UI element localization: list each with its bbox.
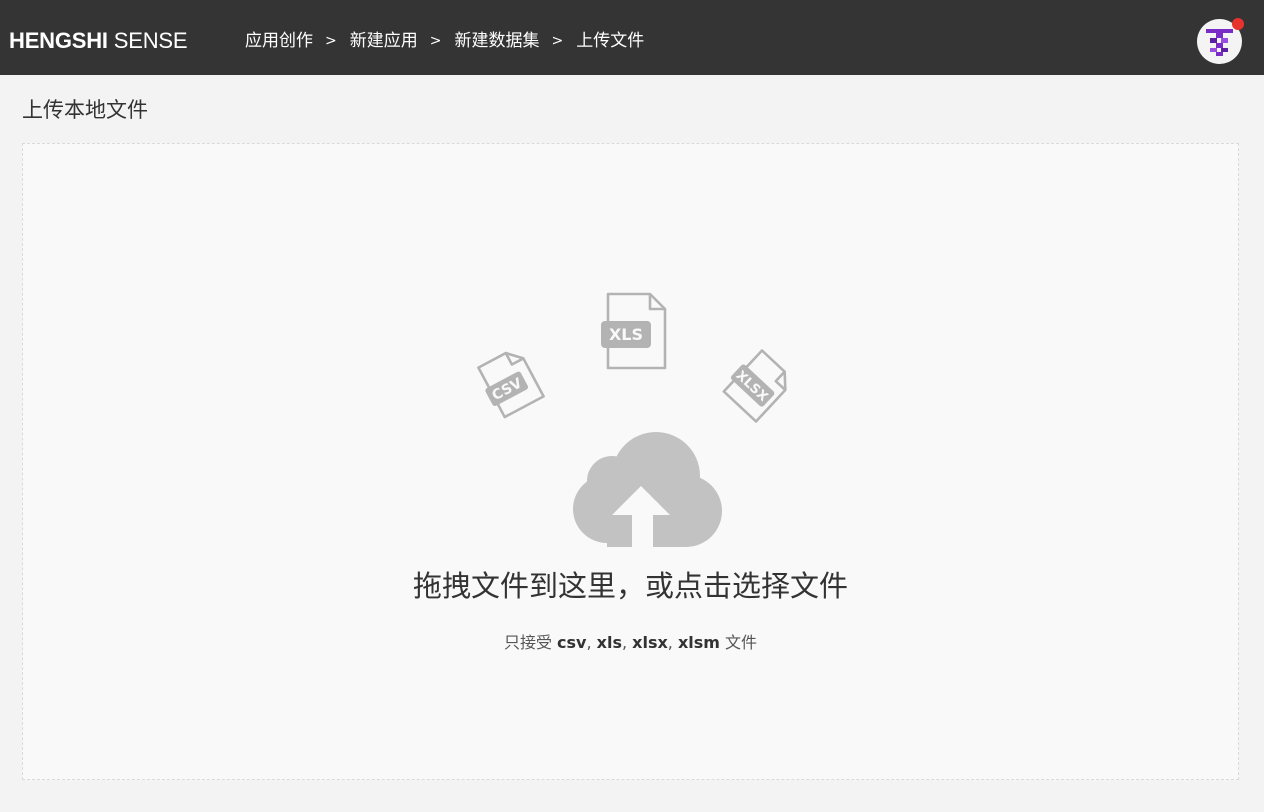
- brand-logo[interactable]: HENGSHI SENSE: [9, 28, 188, 54]
- xlsx-file-icon: XLSX: [722, 349, 787, 423]
- avatar-logo-icon: [1206, 29, 1233, 56]
- breadcrumb-item-upload-file: 上传文件: [576, 31, 645, 51]
- format-xls: xls: [596, 633, 622, 652]
- accepted-formats-hint: 只接受 csv, xls, xlsx, xlsm 文件: [503, 633, 758, 652]
- format-xlsx: xlsx: [632, 633, 668, 652]
- svg-text:XLS: XLS: [609, 325, 643, 344]
- file-dropzone[interactable]: CSV XLS XLSX 拖拽文件到这里，或点击选择文件 只接受 csv, xl…: [22, 143, 1239, 780]
- breadcrumb-separator: >: [325, 33, 337, 49]
- breadcrumb: 应用创作 > 新建应用 > 新建数据集 > 上传文件: [245, 29, 644, 53]
- breadcrumb-separator: >: [429, 33, 442, 49]
- top-navigation-bar: HENGSHI SENSE 应用创作 > 新建应用 > 新建数据集 > 上传文件: [0, 0, 1264, 75]
- breadcrumb-item-app-creation[interactable]: 应用创作: [245, 29, 313, 53]
- dropzone-instruction: 拖拽文件到这里，或点击选择文件: [412, 569, 848, 603]
- format-xlsm: xlsm: [677, 633, 720, 652]
- breadcrumb-item-new-app[interactable]: 新建应用: [350, 29, 418, 53]
- breadcrumb-separator: >: [551, 33, 564, 49]
- xls-file-icon: XLS: [601, 292, 667, 370]
- cloud-upload-icon: [573, 432, 722, 547]
- format-csv: csv: [557, 633, 587, 652]
- notification-badge[interactable]: [1232, 18, 1244, 30]
- csv-file-icon: CSV: [477, 351, 545, 419]
- breadcrumb-item-new-dataset[interactable]: 新建数据集: [454, 29, 539, 53]
- page-title: 上传本地文件: [22, 98, 148, 122]
